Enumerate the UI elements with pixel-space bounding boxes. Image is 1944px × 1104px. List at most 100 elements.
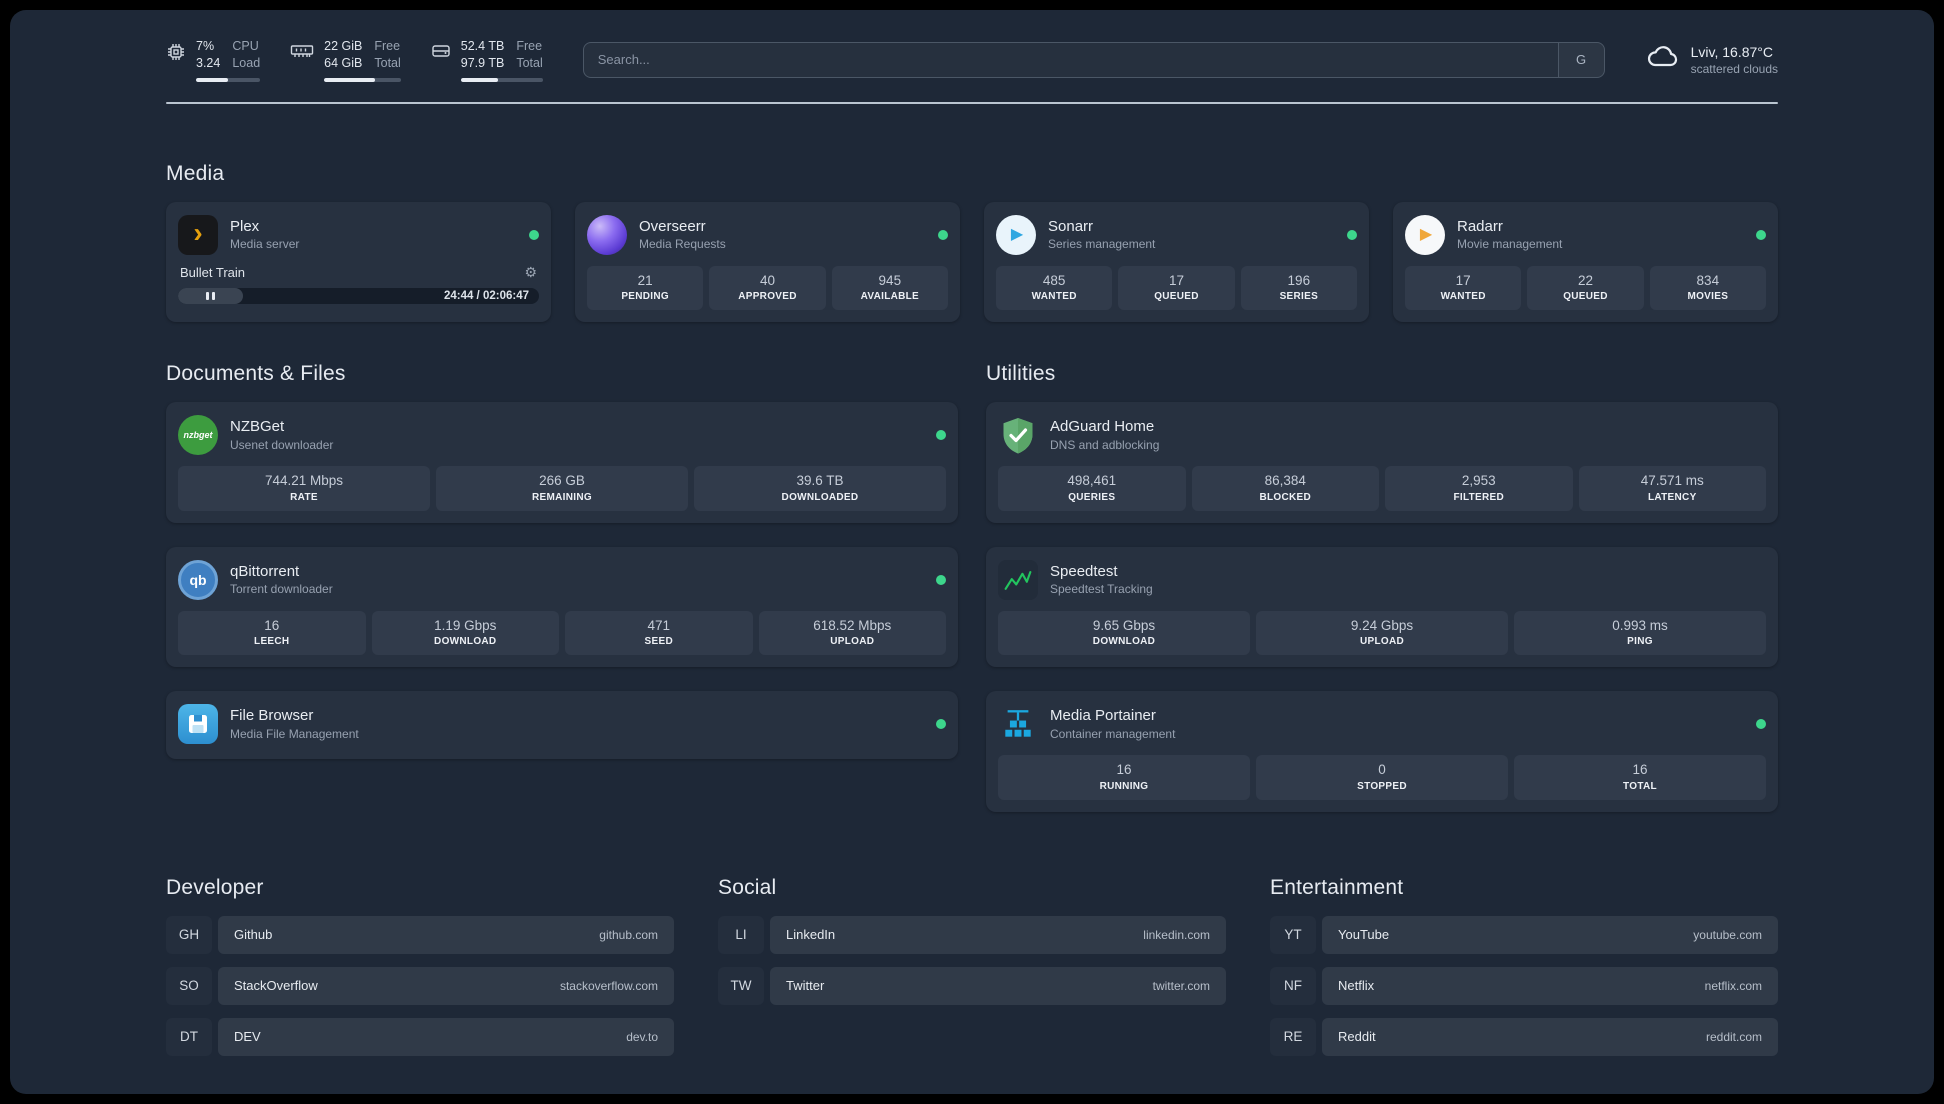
service-name: Overseerr — [639, 217, 706, 235]
service-desc: Media server — [230, 237, 300, 252]
service-card-filebrowser[interactable]: File Browser Media File Management — [166, 691, 958, 760]
bookmark-abbr: RE — [1270, 1017, 1316, 1056]
header-divider — [166, 101, 1778, 104]
top-bar: 7% 3.24 CPU Load 22 GiB 64 GiB Free Tota… — [166, 38, 1778, 82]
service-card-qbittorrent[interactable]: qb qBittorrent Torrent downloader 16 LEE… — [166, 546, 958, 668]
bookmark-dev[interactable]: DT DEV dev.to — [166, 1017, 674, 1056]
bookmark-sections: Developer GH Github github.com SO StackO… — [166, 876, 1778, 1069]
bookmark-github[interactable]: GH Github github.com — [166, 915, 674, 954]
service-card-radarr[interactable]: ▶ Radarr Movie management 17 WANTED 22 Q… — [1393, 201, 1778, 323]
bookmark-abbr: GH — [166, 915, 212, 954]
stat-remaining: 266 GB REMAINING — [436, 466, 688, 511]
stat-rate: 744.21 Mbps RATE — [178, 466, 430, 511]
stat-download: 9.65 Gbps DOWNLOAD — [998, 610, 1250, 656]
service-desc: Usenet downloader — [230, 437, 334, 452]
cloud-icon — [1645, 44, 1681, 75]
search-engine-button[interactable]: G — [1557, 42, 1604, 77]
cpu-load: 3.24 — [196, 55, 221, 70]
bookmark-abbr: TW — [718, 966, 764, 1005]
stat-series: 196 SERIES — [1240, 265, 1357, 311]
bookmark-abbr: YT — [1270, 915, 1316, 954]
service-card-portainer[interactable]: Media Portainer Container management 16 … — [986, 691, 1778, 812]
stat-available: 945 AVAILABLE — [831, 265, 948, 311]
stat-leech: 16 LEECH — [178, 610, 366, 656]
bookmark-url: netflix.com — [1704, 978, 1762, 993]
weather-widget: Lviv, 16.87°C scattered clouds — [1645, 44, 1778, 76]
dashboard-page: 7% 3.24 CPU Load 22 GiB 64 GiB Free Tota… — [10, 10, 1934, 1094]
bookmark-twitter[interactable]: TW Twitter twitter.com — [718, 966, 1226, 1005]
adguard-shield-icon — [998, 415, 1038, 455]
bookmark-url: twitter.com — [1152, 978, 1210, 993]
search-bar[interactable]: G — [582, 41, 1605, 78]
status-dot — [938, 229, 948, 240]
bookmark-netflix[interactable]: NF Netflix netflix.com — [1270, 966, 1778, 1005]
service-card-speedtest[interactable]: Speedtest Speedtest Tracking 9.65 Gbps D… — [986, 546, 1778, 668]
service-card-overseerr[interactable]: Overseerr Media Requests 21 PENDING 40 A… — [575, 201, 960, 323]
service-desc: DNS and adblocking — [1050, 437, 1160, 452]
stat-upload: 618.52 Mbps UPLOAD — [758, 610, 946, 656]
stat-latency: 47.571 ms LATENCY — [1578, 466, 1766, 511]
bookmark-url: youtube.com — [1693, 927, 1762, 942]
cpu-load-label: Load — [232, 55, 261, 70]
bookmark-abbr: SO — [166, 966, 212, 1005]
now-playing-title: Bullet Train — [180, 264, 246, 280]
service-card-nzbget[interactable]: nzbget NZBGet Usenet downloader 744.21 M… — [166, 402, 958, 523]
memory-total-label: Total — [374, 55, 401, 70]
service-desc: Media File Management — [230, 726, 359, 741]
status-dot — [936, 430, 946, 441]
cpu-bar — [196, 77, 261, 82]
status-dot — [1347, 229, 1357, 240]
bookmark-reddit[interactable]: RE Reddit reddit.com — [1270, 1017, 1778, 1056]
bookmark-abbr: LI — [718, 915, 764, 954]
bookmark-youtube[interactable]: YT YouTube youtube.com — [1270, 915, 1778, 954]
service-card-adguard[interactable]: AdGuard Home DNS and adblocking 498,461 … — [986, 402, 1778, 523]
section-title-documents: Documents & Files — [166, 362, 346, 386]
system-widgets: 7% 3.24 CPU Load 22 GiB 64 GiB Free Tota… — [166, 38, 543, 82]
stat-running: 16 RUNNING — [998, 755, 1250, 800]
cpu-usage: 7% — [196, 39, 215, 53]
section-title-utilities: Utilities — [986, 362, 1056, 386]
overseerr-icon — [587, 214, 627, 255]
service-name: Radarr — [1457, 217, 1503, 235]
section-title-social: Social — [718, 875, 777, 899]
stat-queued: 17 QUEUED — [1118, 265, 1235, 311]
bookmark-url: linkedin.com — [1143, 927, 1210, 942]
service-name: Sonarr — [1048, 217, 1094, 235]
bookmark-name: StackOverflow — [234, 978, 318, 994]
cpu-widget: 7% 3.24 CPU Load — [166, 38, 261, 82]
service-name: Speedtest — [1050, 562, 1118, 580]
service-name: File Browser — [230, 707, 314, 725]
service-desc: Torrent downloader — [230, 582, 333, 597]
service-desc: Series management — [1048, 237, 1156, 252]
disk-free-label: Free — [516, 39, 543, 53]
middle-sections: Documents & Files nzbget NZBGet Usenet d… — [166, 362, 1778, 812]
stat-queries: 498,461 QUERIES — [998, 466, 1186, 511]
status-dot — [529, 229, 539, 240]
search-input[interactable] — [583, 42, 1558, 77]
playback-time: 24:44 / 02:06:47 — [443, 289, 529, 302]
memory-bar — [324, 77, 401, 82]
bookmarks-social: Social LI LinkedIn linkedin.com TW Twitt… — [718, 876, 1226, 1069]
stat-wanted: 17 WANTED — [1405, 265, 1522, 311]
stat-download: 1.19 Gbps DOWNLOAD — [371, 610, 559, 656]
filebrowser-icon — [178, 704, 218, 745]
pause-icon[interactable] — [204, 291, 216, 300]
weather-condition: scattered clouds — [1690, 61, 1778, 76]
status-dot — [1756, 229, 1766, 240]
memory-total: 64 GiB — [324, 55, 363, 70]
bookmark-stackoverflow[interactable]: SO StackOverflow stackoverflow.com — [166, 966, 674, 1005]
bookmark-linkedin[interactable]: LI LinkedIn linkedin.com — [718, 915, 1226, 954]
service-card-plex[interactable]: › Plex Media server Bullet Train ⚙ 24:44… — [166, 201, 551, 323]
section-title-media: Media — [166, 161, 225, 185]
status-dot — [936, 719, 946, 730]
service-desc: Speedtest Tracking — [1050, 582, 1153, 597]
service-desc: Movie management — [1457, 237, 1563, 252]
disk-free: 52.4 TB — [460, 39, 505, 53]
stat-seed: 471 SEED — [565, 610, 753, 656]
status-dot — [1756, 719, 1766, 730]
cpu-usage-label: CPU — [232, 39, 259, 53]
bookmark-name: Github — [234, 927, 273, 943]
gear-icon[interactable]: ⚙ — [524, 264, 537, 281]
weather-location: Lviv, 16.87°C — [1690, 43, 1773, 60]
service-card-sonarr[interactable]: ▶ Sonarr Series management 485 WANTED 17… — [984, 201, 1369, 323]
